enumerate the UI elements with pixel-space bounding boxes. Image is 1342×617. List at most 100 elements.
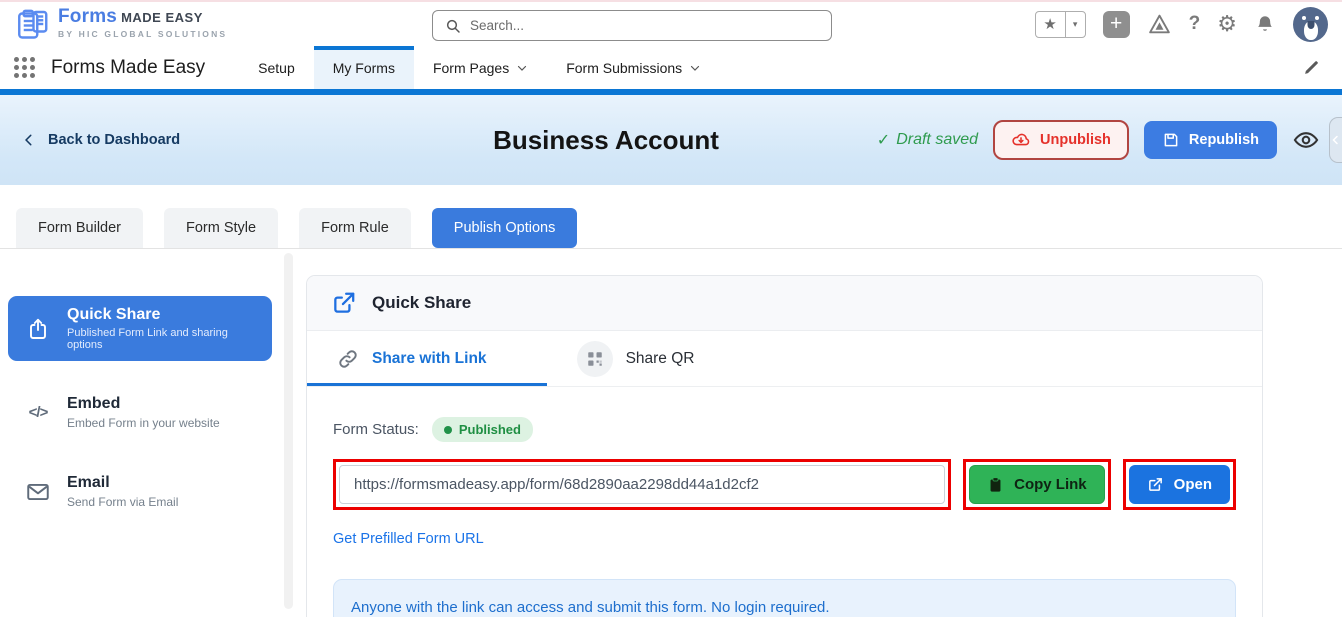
main-panel: Quick Share Share with Link Share QR [295, 249, 1342, 613]
banner-actions: ✓ Draft saved Unpublish Republish [877, 120, 1320, 160]
nav-tab-label: Form Submissions [566, 60, 682, 76]
edit-nav-pencil-icon[interactable] [1303, 59, 1320, 76]
sidebar-item-subtitle: Embed Form in your website [67, 416, 220, 430]
global-add-icon[interactable]: + [1103, 11, 1130, 38]
nav-tab-form-pages[interactable]: Form Pages [414, 46, 547, 89]
tab-label: Share QR [626, 350, 695, 368]
tab-share-with-link[interactable]: Share with Link [307, 331, 547, 386]
tab-form-builder[interactable]: Form Builder [16, 208, 143, 248]
global-header: FormsMADE EASY BY HIC GLOBAL SOLUTIONS ★… [0, 0, 1342, 46]
sidebar-item-quick-share[interactable]: Quick Share Published Form Link and shar… [8, 296, 272, 361]
form-status-label: Form Status: [333, 421, 419, 438]
favorites-dropdown-icon[interactable]: ▾ [1065, 12, 1085, 37]
global-search[interactable] [432, 10, 832, 41]
unpublish-label: Unpublish [1040, 132, 1111, 148]
qr-code-icon [577, 341, 613, 377]
status-dot-icon [444, 426, 452, 434]
clipboard-logo-icon [14, 6, 50, 42]
sidebar-scrollbar[interactable] [282, 249, 295, 613]
card-header: Quick Share [307, 276, 1262, 331]
favorites-control: ★ ▾ [1035, 11, 1086, 38]
search-icon [445, 18, 461, 34]
form-url-row: Copy Link Open [333, 459, 1236, 510]
notifications-bell-icon[interactable] [1254, 13, 1276, 35]
link-icon [337, 348, 359, 370]
share-sidebar: Quick Share Published Form Link and shar… [0, 249, 282, 613]
nav-tab-label: Form Pages [433, 60, 509, 76]
brand-suffix: MADE EASY [121, 10, 203, 25]
app-name[interactable]: Forms Made Easy [51, 57, 205, 79]
copy-link-button[interactable]: Copy Link [969, 465, 1105, 504]
nav-tab-setup[interactable]: Setup [239, 46, 314, 89]
nav-tab-label: Setup [258, 60, 295, 76]
draft-saved-status: ✓ Draft saved [877, 130, 978, 150]
tab-publish-options[interactable]: Publish Options [432, 208, 578, 248]
sidebar-item-title: Embed [67, 395, 220, 413]
nav-tab-label: My Forms [333, 60, 395, 76]
nav-tab-form-submissions[interactable]: Form Submissions [547, 46, 720, 89]
collapse-panel-toggle[interactable] [1329, 117, 1342, 163]
nav-tabs: Setup My Forms Form Pages Form Submissio… [239, 46, 720, 89]
setup-gear-icon[interactable]: ⚙ [1217, 11, 1237, 37]
form-url-input[interactable] [339, 465, 945, 504]
status-badge: Published [432, 417, 533, 442]
share-icon [331, 290, 357, 316]
user-avatar[interactable] [1293, 7, 1328, 42]
brand-name: Forms [58, 6, 117, 27]
help-icon[interactable]: ? [1189, 13, 1201, 35]
open-button[interactable]: Open [1129, 465, 1230, 504]
tab-share-qr[interactable]: Share QR [547, 331, 725, 386]
unpublish-button[interactable]: Unpublish [993, 120, 1129, 160]
sidebar-item-title: Email [67, 474, 178, 492]
status-badge-label: Published [459, 422, 521, 437]
back-label: Back to Dashboard [48, 132, 180, 148]
publish-options-content: Quick Share Published Form Link and shar… [0, 249, 1342, 613]
share-upload-icon [24, 317, 52, 341]
share-link-panel: Form Status: Published [307, 387, 1262, 617]
save-disk-icon [1162, 131, 1180, 149]
envelope-icon [24, 479, 52, 505]
favorite-star-icon[interactable]: ★ [1036, 12, 1065, 37]
clipboard-icon [987, 476, 1004, 493]
header-actions: ★ ▾ + ? ⚙ [1035, 7, 1328, 42]
republish-label: Republish [1189, 132, 1259, 148]
card-title: Quick Share [372, 293, 471, 313]
tab-form-style[interactable]: Form Style [164, 208, 278, 248]
page-title: Business Account [493, 125, 719, 156]
code-icon: </> [24, 404, 52, 421]
tab-form-rule[interactable]: Form Rule [299, 208, 411, 248]
guidance-center-icon[interactable] [1147, 12, 1172, 37]
app-window: FormsMADE EASY BY HIC GLOBAL SOLUTIONS ★… [0, 0, 1342, 617]
sidebar-item-email[interactable]: Email Send Form via Email [8, 464, 272, 519]
copy-link-label: Copy Link [1014, 476, 1087, 493]
external-link-icon [1147, 476, 1164, 493]
republish-button[interactable]: Republish [1144, 121, 1277, 159]
form-section-tabs: Form Builder Form Style Form Rule Publis… [0, 185, 1342, 249]
search-input[interactable] [470, 18, 819, 33]
page-banner: Back to Dashboard Business Account ✓ Dra… [0, 95, 1342, 185]
quick-share-card: Quick Share Share with Link Share QR [306, 275, 1263, 617]
open-label: Open [1174, 476, 1212, 493]
share-tabs: Share with Link Share QR [307, 331, 1262, 387]
get-prefilled-url-link[interactable]: Get Prefilled Form URL [333, 531, 484, 547]
preview-eye-icon[interactable] [1292, 126, 1320, 154]
chevron-down-icon[interactable] [689, 62, 701, 74]
nav-tab-my-forms[interactable]: My Forms [314, 46, 414, 89]
sidebar-item-title: Quick Share [67, 306, 260, 324]
check-icon: ✓ [877, 130, 890, 150]
form-status-row: Form Status: Published [333, 417, 1236, 442]
app-launcher-icon[interactable] [14, 57, 35, 78]
app-logo: FormsMADE EASY BY HIC GLOBAL SOLUTIONS [14, 6, 227, 42]
access-info-alert: Anyone with the link can access and subm… [333, 579, 1236, 617]
cloud-unpublish-icon [1011, 130, 1031, 150]
annotation-box-open: Open [1123, 459, 1236, 510]
sidebar-item-subtitle: Published Form Link and sharing options [67, 327, 260, 351]
logo-text: FormsMADE EASY BY HIC GLOBAL SOLUTIONS [58, 9, 227, 39]
draft-saved-label: Draft saved [896, 131, 978, 149]
tab-label: Share with Link [372, 350, 487, 368]
annotation-box-url [333, 459, 951, 510]
chevron-down-icon[interactable] [516, 62, 528, 74]
back-to-dashboard-link[interactable]: Back to Dashboard [22, 132, 180, 148]
sidebar-item-subtitle: Send Form via Email [67, 495, 178, 509]
sidebar-item-embed[interactable]: </> Embed Embed Form in your website [8, 385, 272, 440]
